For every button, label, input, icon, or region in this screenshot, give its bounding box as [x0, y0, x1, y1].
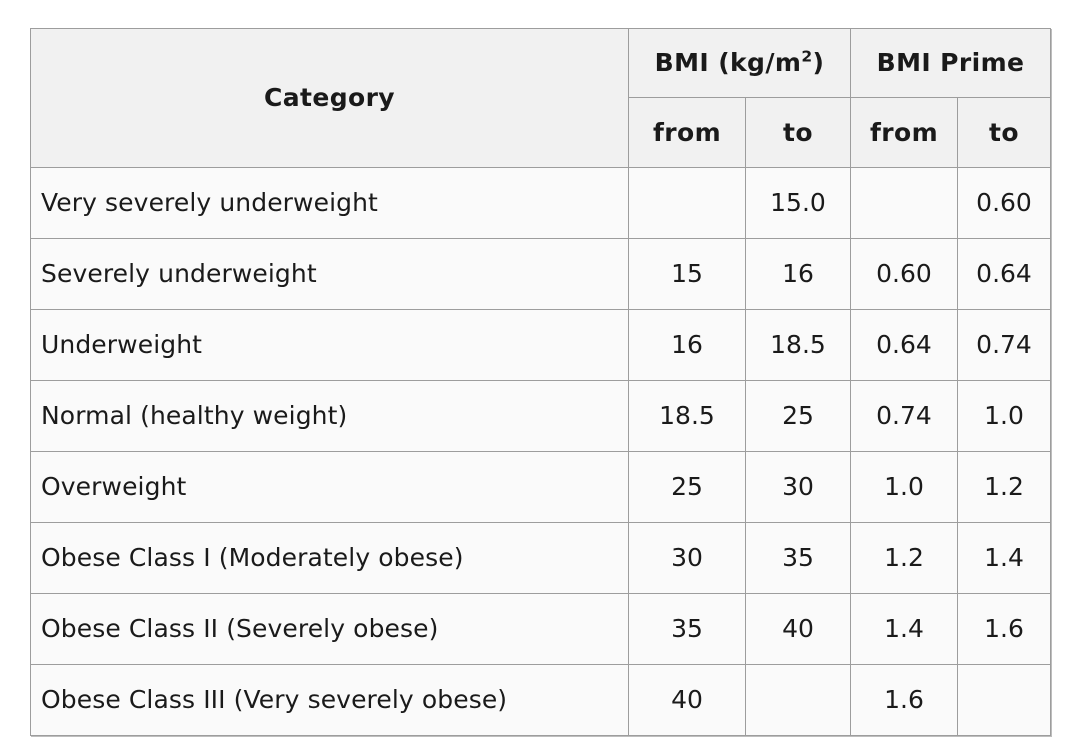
cell-category: Obese Class I (Moderately obese) — [30, 522, 629, 594]
column-header-bmi-superscript: 2 — [801, 47, 813, 66]
table-row: Severely underweight 15 16 0.60 0.64 — [30, 238, 1052, 310]
column-header-bmi-text: BMI (kg/m — [654, 48, 802, 78]
cell-bmi-from: 18.5 — [628, 380, 746, 452]
cell-prime-from: 1.2 — [850, 522, 958, 594]
table-header: Category BMI (kg/m2) BMI Prime from to f… — [30, 28, 1052, 168]
table-header-row-primary: Category BMI (kg/m2) BMI Prime — [30, 28, 1052, 168]
cell-prime-from: 1.4 — [850, 593, 958, 665]
cell-category: Very severely underweight — [30, 167, 629, 239]
cell-bmi-from: 25 — [628, 451, 746, 523]
table-row: Very severely underweight 15.0 0.60 — [30, 167, 1052, 239]
cell-bmi-from: 35 — [628, 593, 746, 665]
column-subheader-bmi-from: from — [628, 97, 746, 168]
cell-category: Underweight — [30, 309, 629, 381]
table-row: Overweight 25 30 1.0 1.2 — [30, 451, 1052, 523]
column-subheader-prime-from: from — [850, 97, 958, 168]
cell-bmi-to: 25 — [745, 380, 851, 452]
cell-prime-from: 1.6 — [850, 664, 958, 736]
cell-prime-to: 1.4 — [956, 522, 1052, 594]
cell-bmi-to: 18.5 — [745, 309, 851, 381]
cell-prime-to: 1.6 — [956, 593, 1052, 665]
table-body: Very severely underweight 15.0 0.60 Severel… — [30, 167, 1052, 736]
cell-bmi-from: 15 — [628, 238, 746, 310]
table-row: Normal (healthy weight) 18.5 25 0.74 1.0 — [30, 380, 1052, 452]
cell-bmi-to: 15.0 — [745, 167, 851, 239]
cell-prime-to: 0.64 — [956, 238, 1052, 310]
cell-bmi-from: 40 — [628, 664, 746, 736]
column-header-bmi-prime: BMI Prime — [849, 28, 1052, 98]
table-row: Obese Class II (Severely obese) 35 40 1.4 1.… — [30, 593, 1052, 665]
cell-bmi-from: 30 — [628, 522, 746, 594]
cell-prime-to: 0.60 — [956, 167, 1052, 239]
column-header-bmi-tail: ) — [812, 48, 825, 78]
cell-prime-to: 1.2 — [956, 451, 1052, 523]
cell-prime-from: 0.64 — [850, 309, 958, 381]
cell-bmi-from: 16 — [628, 309, 746, 381]
cell-prime-from: 0.74 — [850, 380, 958, 452]
cell-bmi-to: 40 — [745, 593, 851, 665]
cell-prime-from: 1.0 — [850, 451, 958, 523]
bmi-classification-table-container: Category BMI (kg/m2) BMI Prime from to f… — [30, 28, 1052, 736]
table-row: Obese Class III (Very severely obese) 40 1… — [30, 664, 1052, 736]
cell-category: Obese Class II (Severely obese) — [30, 593, 629, 665]
cell-prime-to: 1.0 — [956, 380, 1052, 452]
column-subheader-prime-to: to — [956, 97, 1052, 168]
cell-bmi-to: 35 — [745, 522, 851, 594]
cell-category: Obese Class III (Very severely obese) — [30, 664, 629, 736]
column-header-bmi: BMI (kg/m2) — [628, 28, 851, 98]
cell-category: Normal (healthy weight) — [30, 380, 629, 452]
cell-bmi-from — [628, 167, 746, 239]
cell-prime-from — [850, 167, 958, 239]
cell-prime-from: 0.60 — [850, 238, 958, 310]
bmi-classification-table: Category BMI (kg/m2) BMI Prime from to f… — [30, 28, 1052, 736]
cell-bmi-to: 30 — [745, 451, 851, 523]
column-subheader-bmi-to: to — [745, 97, 851, 168]
column-header-category: Category — [30, 28, 629, 168]
cell-prime-to: 0.74 — [956, 309, 1052, 381]
table-row: Underweight 16 18.5 0.64 0.74 — [30, 309, 1052, 381]
cell-bmi-to — [745, 664, 851, 736]
table-row: Obese Class I (Moderately obese) 30 35 1.2 1… — [30, 522, 1052, 594]
cell-category: Overweight — [30, 451, 629, 523]
cell-category: Severely underweight — [30, 238, 629, 310]
cell-bmi-to: 16 — [745, 238, 851, 310]
cell-prime-to — [956, 664, 1052, 736]
